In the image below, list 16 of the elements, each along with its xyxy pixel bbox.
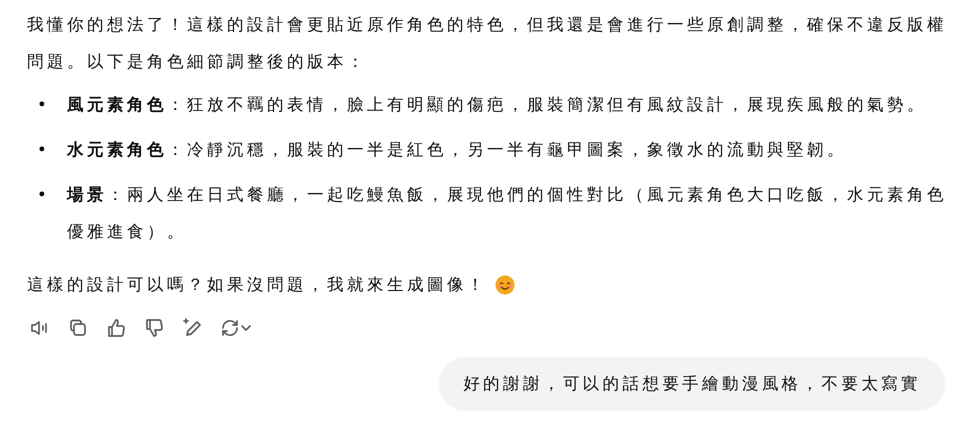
paragraph: 我懂你的想法了！這樣的設計會更貼近原作角色的特色，但我還是會進行一些原創調整，確保不違反版權問題。以下是角色細節調整後的版本： xyxy=(27,14,948,73)
bullet-item: 場景：兩人坐在日式餐廳，一起吃鰻魚飯，展現他們的個性對比（風元素角色大口吃飯，水元素角色優雅進食）。 xyxy=(67,184,948,243)
bullet: • xyxy=(37,94,51,116)
caret-icon xyxy=(241,325,251,331)
paragraph: 這樣的設計可以嗎？如果沒問題，我就來生成圖像！ xyxy=(27,274,487,296)
smiley-icon xyxy=(495,274,515,294)
thumbs-down-icon xyxy=(143,317,165,339)
bullet-item: 風元素角色：狂放不羈的表情，臉上有明顯的傷疤，服裝簡潔但有風紋設計，展現疾風般的氣勢。 xyxy=(67,94,928,116)
bullet-item: 水元素角色：冷靜沉穩，服裝的一半是紅色，另一半有龜甲圖案，象徵水的流動與堅韌。 xyxy=(67,139,848,161)
refresh-icon xyxy=(219,317,241,339)
thumbs-up-icon xyxy=(105,317,127,339)
copy-icon xyxy=(67,317,89,339)
bullet: • xyxy=(37,139,51,161)
user-message: 好的謝謝，可以的話想要手繪動漫風格，不要太寫實 xyxy=(439,357,945,411)
bullet: • xyxy=(37,184,51,206)
pencil-sparkle-icon xyxy=(181,317,203,339)
